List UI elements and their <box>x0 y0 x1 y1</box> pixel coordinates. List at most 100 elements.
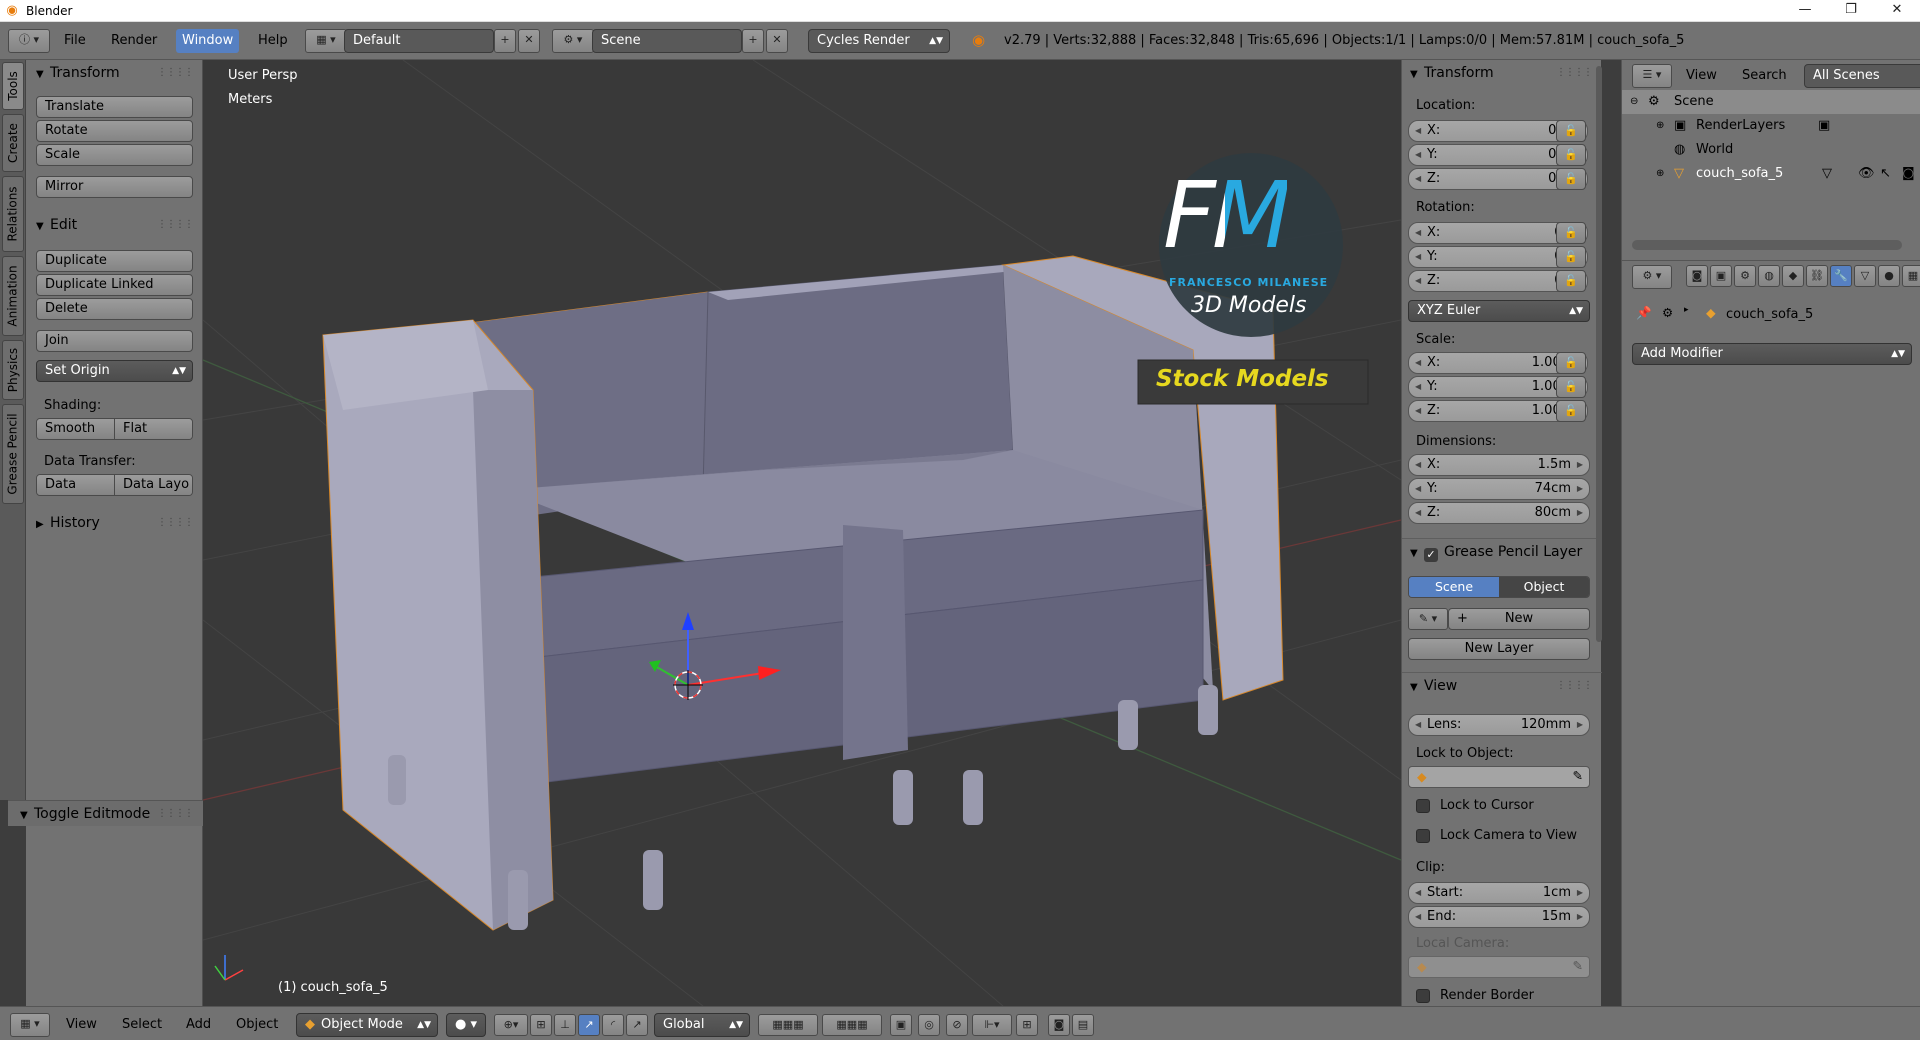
move-manipulator-icon[interactable]: ↗ <box>578 1014 600 1036</box>
gp-new-layer-button[interactable]: New Layer <box>1408 638 1590 660</box>
render-border-checkbox[interactable]: Render Border <box>1416 988 1534 1003</box>
editor-type-info-icon[interactable]: ⓘ ▾ <box>8 29 50 53</box>
lock-rotation-y-icon[interactable]: 🔓 <box>1556 246 1586 268</box>
lock-camera-checkbox[interactable]: Lock Camera to View <box>1416 828 1577 843</box>
menu-render[interactable]: Render <box>111 29 157 53</box>
rotate-button[interactable]: Rotate <box>36 120 193 142</box>
camera-icon[interactable]: ◙ <box>1902 162 1915 186</box>
snap-icon[interactable]: ⊘ <box>946 1014 968 1036</box>
dimension-x-field[interactable]: ◀ X: 1.5m ▶ <box>1408 454 1590 476</box>
toggle-editmode-panel-header[interactable]: ▼ Toggle Editmode ⋮⋮⋮⋮ <box>8 800 203 826</box>
remove-scene-icon[interactable]: ✕ <box>766 29 788 53</box>
pin-icon[interactable]: 📌 <box>1636 305 1652 321</box>
add-modifier-dropdown[interactable]: Add Modifier ▲▼ <box>1632 343 1912 365</box>
modifiers-tab-icon[interactable]: 🔧 <box>1830 265 1852 287</box>
properties-editor-icon[interactable]: ⚙ ▾ <box>1632 265 1672 289</box>
lock-rotation-x-icon[interactable]: 🔓 <box>1556 222 1586 244</box>
gp-object-tab[interactable]: Object <box>1499 577 1589 597</box>
checkbox-checked-icon[interactable]: ✓ <box>1424 548 1438 562</box>
tab-grease-pencil[interactable]: Grease Pencil <box>2 404 24 504</box>
snap-element-icon[interactable]: ⊩▾ <box>972 1014 1012 1036</box>
grease-pencil-layer-header[interactable]: ▼ ✓ Grease Pencil Layer <box>1402 538 1602 564</box>
layers-grid-right-icon[interactable]: ▦▦▦ <box>822 1014 882 1036</box>
lock-scale-x-icon[interactable]: 🔓 <box>1556 352 1586 374</box>
scale-manipulator-icon[interactable]: ↗ <box>626 1014 648 1036</box>
world-tab-icon[interactable]: ◍ <box>1758 265 1780 287</box>
dimension-y-field[interactable]: ◀ Y: 74cm ▶ <box>1408 478 1590 500</box>
duplicate-linked-button[interactable]: Duplicate Linked <box>36 274 193 296</box>
gp-scene-tab[interactable]: Scene <box>1409 577 1499 597</box>
edit-panel-header[interactable]: ▼ Edit ⋮⋮⋮⋮ <box>26 212 203 238</box>
tab-relations[interactable]: Relations <box>2 176 24 252</box>
eyedropper-icon[interactable]: ✎ <box>1573 768 1583 783</box>
duplicate-button[interactable]: Duplicate <box>36 250 193 272</box>
lock-to-cursor-checkbox[interactable]: Lock to Cursor <box>1416 798 1534 813</box>
menu-window[interactable]: Window <box>176 29 240 53</box>
rotate-manipulator-icon[interactable]: ◜ <box>602 1014 624 1036</box>
outliner-filter-dropdown[interactable]: All Scenes <box>1804 64 1920 88</box>
couch-sofa-model[interactable] <box>322 255 1284 931</box>
lock-scale-z-icon[interactable]: 🔓 <box>1556 400 1586 422</box>
np-transform-header[interactable]: ▼ Transform ⋮⋮⋮⋮ <box>1402 60 1602 86</box>
translate-button[interactable]: Translate <box>36 96 193 118</box>
tab-tools[interactable]: Tools <box>2 62 24 110</box>
data-tab-icon[interactable]: ▽ <box>1854 265 1876 287</box>
texture-tab-icon[interactable]: ▦ <box>1902 265 1920 287</box>
snap-target-icon[interactable]: ⊞ <box>1016 1014 1038 1036</box>
opengl-animation-icon[interactable]: ▤ <box>1072 1014 1094 1036</box>
outliner-menu-search[interactable]: Search <box>1742 68 1787 83</box>
cursor-icon[interactable]: ↖ <box>1880 162 1891 186</box>
outliner-scrollbar[interactable] <box>1632 240 1902 250</box>
scale-button[interactable]: Scale <box>36 144 193 166</box>
remove-layout-icon[interactable]: ✕ <box>518 29 540 53</box>
screen-layout-icon[interactable]: ▦ ▾ <box>305 29 347 53</box>
gp-new-button[interactable]: + New <box>1448 608 1590 630</box>
mirror-button[interactable]: Mirror <box>36 176 193 198</box>
layers-grid-left-icon[interactable]: ▦▦▦ <box>758 1014 818 1036</box>
add-layout-icon[interactable]: + <box>494 29 516 53</box>
render-layers-tab-icon[interactable]: ▣ <box>1710 265 1732 287</box>
tab-create[interactable]: Create <box>2 114 24 172</box>
3d-viewport[interactable]: User Persp Meters (1) couch_sofa_5 FM FR… <box>203 60 1401 1006</box>
close-button[interactable]: ✕ <box>1874 0 1920 22</box>
set-origin-dropdown[interactable]: Set Origin ▲▼ <box>36 360 193 382</box>
rotation-mode-dropdown[interactable]: XYZ Euler ▲▼ <box>1408 300 1590 322</box>
proportional-edit-icon[interactable]: ◎ <box>918 1014 940 1036</box>
transform-panel-header[interactable]: ▼ Transform ⋮⋮⋮⋮ <box>26 60 203 86</box>
history-panel-header[interactable]: ▶ History ⋮⋮⋮⋮ <box>26 510 203 536</box>
delete-button[interactable]: Delete <box>36 298 193 320</box>
scene-icon[interactable]: ⚙ ▾ <box>552 29 594 53</box>
outliner-editor-icon[interactable]: ☰ ▾ <box>1632 64 1672 88</box>
manipulator-icon[interactable]: ⊞ <box>530 1014 552 1036</box>
material-tab-icon[interactable]: ● <box>1878 265 1900 287</box>
dimension-z-field[interactable]: ◀ Z: 80cm ▶ <box>1408 502 1590 524</box>
data-button[interactable]: Data <box>37 475 115 495</box>
viewport-shading-dropdown[interactable]: ● ▾ <box>446 1013 486 1037</box>
outliner-item-world[interactable]: ◍ World <box>1622 138 1920 162</box>
bottom-menu-object[interactable]: Object <box>236 1015 278 1035</box>
scene-dropdown[interactable]: Scene <box>592 29 742 53</box>
tab-physics[interactable]: Physics <box>2 340 24 400</box>
outliner-item-couch[interactable]: ⊕ ▽ couch_sofa_5 ▽ 👁 ↖ ◙ <box>1622 162 1920 186</box>
flat-button[interactable]: Flat <box>115 419 192 439</box>
join-button[interactable]: Join <box>36 330 193 352</box>
clip-start-field[interactable]: ◀ Start: 1cm ▶ <box>1408 882 1590 904</box>
lock-layers-icon[interactable]: ▣ <box>890 1014 912 1036</box>
lock-location-z-icon[interactable]: 🔓 <box>1556 168 1586 190</box>
outliner-item-renderlayers[interactable]: ⊕ ▣ RenderLayers ▣ <box>1622 114 1920 138</box>
editor-type-3dview-icon[interactable]: ▦ ▾ <box>10 1013 50 1037</box>
menu-file[interactable]: File <box>64 29 86 53</box>
render-engine-dropdown[interactable]: Cycles Render ▲▼ <box>808 29 950 53</box>
opengl-render-icon[interactable]: ◙ <box>1048 1014 1070 1036</box>
add-scene-icon[interactable]: + <box>742 29 764 53</box>
mode-dropdown[interactable]: ◆ Object Mode ▲▼ <box>296 1013 438 1037</box>
lens-field[interactable]: ◀ Lens: 120mm ▶ <box>1408 714 1590 736</box>
pencil-icon[interactable]: ✎ ▾ <box>1408 608 1448 630</box>
transform-orientation-dropdown[interactable]: Global ▲▼ <box>654 1013 750 1037</box>
np-scrollbar[interactable] <box>1596 66 1602 642</box>
outliner-menu-view[interactable]: View <box>1686 68 1717 83</box>
constraints-tab-icon[interactable]: ⛓ <box>1806 265 1828 287</box>
translate-manipulator-icon[interactable]: ⊥ <box>554 1014 576 1036</box>
eye-icon[interactable]: 👁 <box>1858 162 1875 186</box>
lock-scale-y-icon[interactable]: 🔓 <box>1556 376 1586 398</box>
